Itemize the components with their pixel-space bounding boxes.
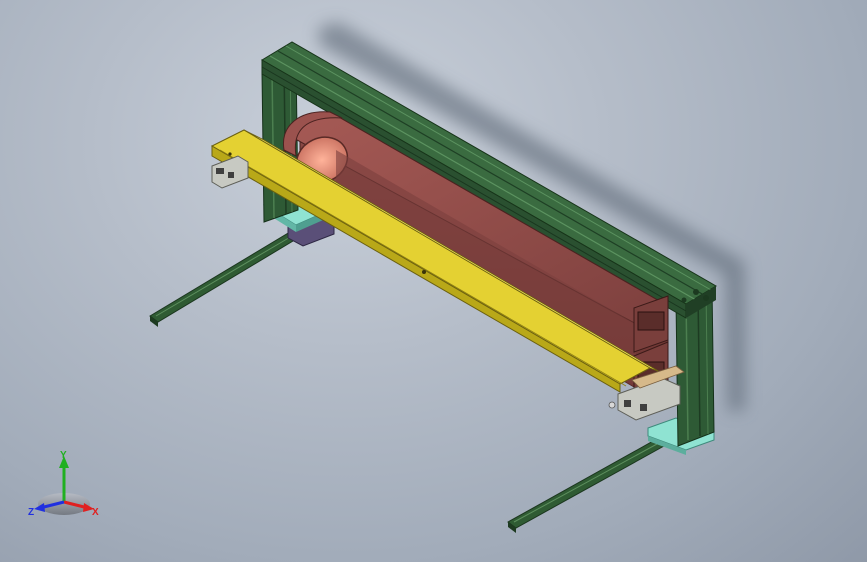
coordinate-triad: Y X Z <box>28 450 99 518</box>
x-axis-label: X <box>92 507 99 518</box>
z-axis-label: Z <box>28 507 34 518</box>
left-bracket[interactable] <box>211 155 249 189</box>
graphics-viewport[interactable]: Y X Z <box>0 0 867 562</box>
left-floor-rail[interactable] <box>149 231 299 327</box>
y-axis-label: Y <box>60 450 67 461</box>
bolt-hole-icon <box>228 152 232 156</box>
bolt-hole-icon <box>422 270 426 274</box>
cad-model-scene[interactable] <box>0 0 867 562</box>
right-floor-rail[interactable] <box>507 439 665 533</box>
